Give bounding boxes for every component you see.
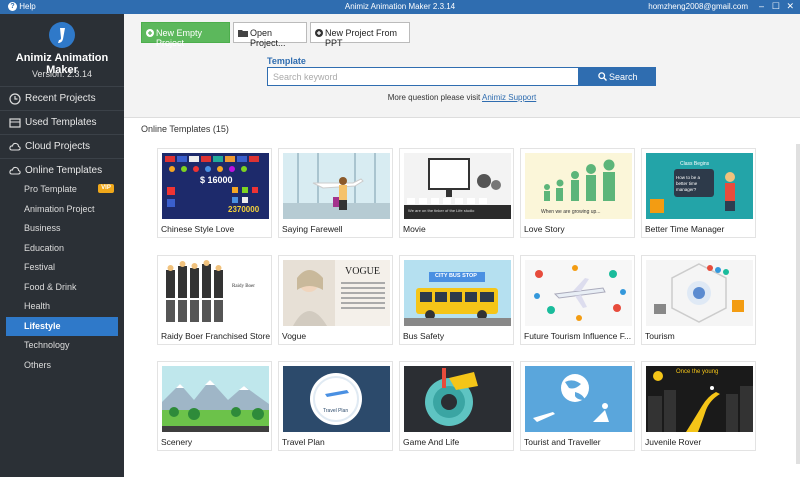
template-name: Saying Farewell bbox=[282, 224, 343, 234]
cloud-icon bbox=[9, 142, 21, 151]
template-thumbnail bbox=[646, 260, 753, 326]
online-templates-title: Online Templates (15) bbox=[141, 124, 229, 134]
template-name: Scenery bbox=[161, 437, 193, 447]
template-card[interactable]: When we are growing up... Love Story bbox=[520, 148, 635, 238]
template-thumbnail: CITY BUS STOP bbox=[404, 260, 511, 326]
maximize-button[interactable]: ☐ bbox=[772, 1, 780, 12]
category-technology[interactable]: Technology bbox=[6, 336, 118, 355]
template-name: Love Story bbox=[524, 224, 565, 234]
template-card[interactable]: Game And Life bbox=[399, 361, 514, 451]
template-name: Game And Life bbox=[403, 437, 460, 447]
toolbar-area: New Empty Project Open Project... New Pr… bbox=[124, 14, 800, 118]
nav-online-templates[interactable]: Online Templates bbox=[0, 158, 124, 182]
clock-icon bbox=[9, 93, 21, 105]
category-business[interactable]: Business bbox=[6, 219, 118, 238]
template-name: Movie bbox=[403, 224, 426, 234]
scrollbar[interactable] bbox=[796, 144, 800, 464]
nav-recent-projects[interactable]: Recent Projects bbox=[0, 86, 124, 110]
template-thumbnail: Travel Plan bbox=[283, 366, 390, 432]
plus-icon bbox=[315, 29, 323, 37]
minimize-button[interactable]: – bbox=[759, 1, 764, 12]
search-button[interactable]: Search bbox=[579, 67, 656, 86]
template-thumbnail bbox=[525, 366, 632, 432]
template-thumbnail: VOGUE bbox=[283, 260, 390, 326]
category-festival[interactable]: Festival bbox=[6, 258, 118, 277]
category-lifestyle[interactable]: Lifestyle bbox=[6, 317, 118, 336]
template-name: Travel Plan bbox=[282, 437, 325, 447]
animiz-support-link[interactable]: Animiz Support bbox=[482, 93, 536, 102]
template-search-label: Template bbox=[267, 56, 306, 66]
template-thumbnail: When we are growing up... bbox=[525, 153, 632, 219]
template-name: Vogue bbox=[282, 331, 307, 341]
nav-used-templates[interactable]: Used Templates bbox=[0, 110, 124, 134]
template-thumbnail: $ 16000 2370000 bbox=[162, 153, 269, 219]
template-name: Tourist and Traveller bbox=[524, 437, 601, 447]
template-name: Juvenile Rover bbox=[645, 437, 702, 447]
template-thumbnail: We are on the tinker of the Life studio bbox=[404, 153, 511, 219]
template-card[interactable]: Class Begins How to be a better time man… bbox=[641, 148, 756, 238]
category-education[interactable]: Education bbox=[6, 239, 118, 258]
sidebar: Animiz Animation Maker Version: 2.3.14 R… bbox=[0, 14, 124, 477]
template-card[interactable]: Saying Farewell bbox=[278, 148, 393, 238]
template-thumbnail bbox=[525, 260, 632, 326]
template-card[interactable]: CITY BUS STOP Bus Safety bbox=[399, 255, 514, 345]
template-icon bbox=[9, 118, 21, 128]
search-icon bbox=[598, 72, 607, 81]
template-name: Raidy Boer Franchised Store bbox=[161, 331, 271, 341]
folder-icon bbox=[238, 30, 248, 37]
template-thumbnail bbox=[404, 366, 511, 432]
template-thumbnail: Raidy Boer bbox=[162, 260, 269, 326]
category-animation-project[interactable]: Animation Project bbox=[6, 200, 118, 219]
open-project-button[interactable]: Open Project... bbox=[233, 22, 307, 48]
template-thumbnail bbox=[283, 153, 390, 219]
template-name: Future Tourism Influence F... bbox=[524, 331, 632, 341]
app-version: Version: 2.3.14 bbox=[31, 69, 93, 79]
new-empty-project-button[interactable]: New Empty Project bbox=[141, 22, 230, 48]
support-text: More question please visit Animiz Suppor… bbox=[387, 93, 537, 102]
template-card[interactable]: Once the young Juvenile Rover bbox=[641, 361, 756, 451]
template-card[interactable]: We are on the tinker of the Life studio … bbox=[399, 148, 514, 238]
category-others[interactable]: Others bbox=[6, 356, 118, 375]
template-card[interactable]: $ 16000 2370000 Chinese Style Love bbox=[157, 148, 272, 238]
user-account[interactable]: homzheng2008@gmail.com bbox=[648, 2, 748, 11]
category-pro-template[interactable]: Pro Template VIP bbox=[6, 180, 118, 199]
template-name: Better Time Manager bbox=[645, 224, 725, 234]
main-panel: New Empty Project Open Project... New Pr… bbox=[124, 14, 800, 477]
template-name: Chinese Style Love bbox=[161, 224, 235, 234]
cloud-icon bbox=[9, 166, 21, 175]
template-card[interactable]: Scenery bbox=[157, 361, 272, 451]
nav-cloud-projects[interactable]: Cloud Projects bbox=[0, 134, 124, 158]
close-button[interactable]: ✕ bbox=[786, 1, 794, 12]
title-bar: ? Help Animiz Animation Maker 2.3.14 hom… bbox=[0, 0, 800, 14]
search-input[interactable] bbox=[267, 67, 579, 86]
template-name: Bus Safety bbox=[403, 331, 445, 341]
plus-icon bbox=[146, 29, 154, 37]
template-name: Tourism bbox=[645, 331, 675, 341]
template-thumbnail bbox=[162, 366, 269, 432]
new-project-from-ppt-button[interactable]: New Project From PPT bbox=[310, 22, 410, 48]
template-thumbnail: Once the young bbox=[646, 366, 753, 432]
template-card[interactable]: Future Tourism Influence F... bbox=[520, 255, 635, 345]
animiz-logo bbox=[49, 22, 75, 48]
category-food-drink[interactable]: Food & Drink bbox=[6, 278, 118, 297]
template-card[interactable]: Tourism bbox=[641, 255, 756, 345]
template-card[interactable]: Tourist and Traveller bbox=[520, 361, 635, 451]
template-thumbnail: Class Begins How to be a better time man… bbox=[646, 153, 753, 219]
vip-badge: VIP bbox=[98, 184, 114, 193]
category-health[interactable]: Health bbox=[6, 297, 118, 316]
template-card[interactable]: VOGUE Vogue bbox=[278, 255, 393, 345]
template-card[interactable]: Raidy Boer Raidy Boer Franchised Store bbox=[157, 255, 272, 345]
template-card[interactable]: Travel Plan Travel Plan bbox=[278, 361, 393, 451]
